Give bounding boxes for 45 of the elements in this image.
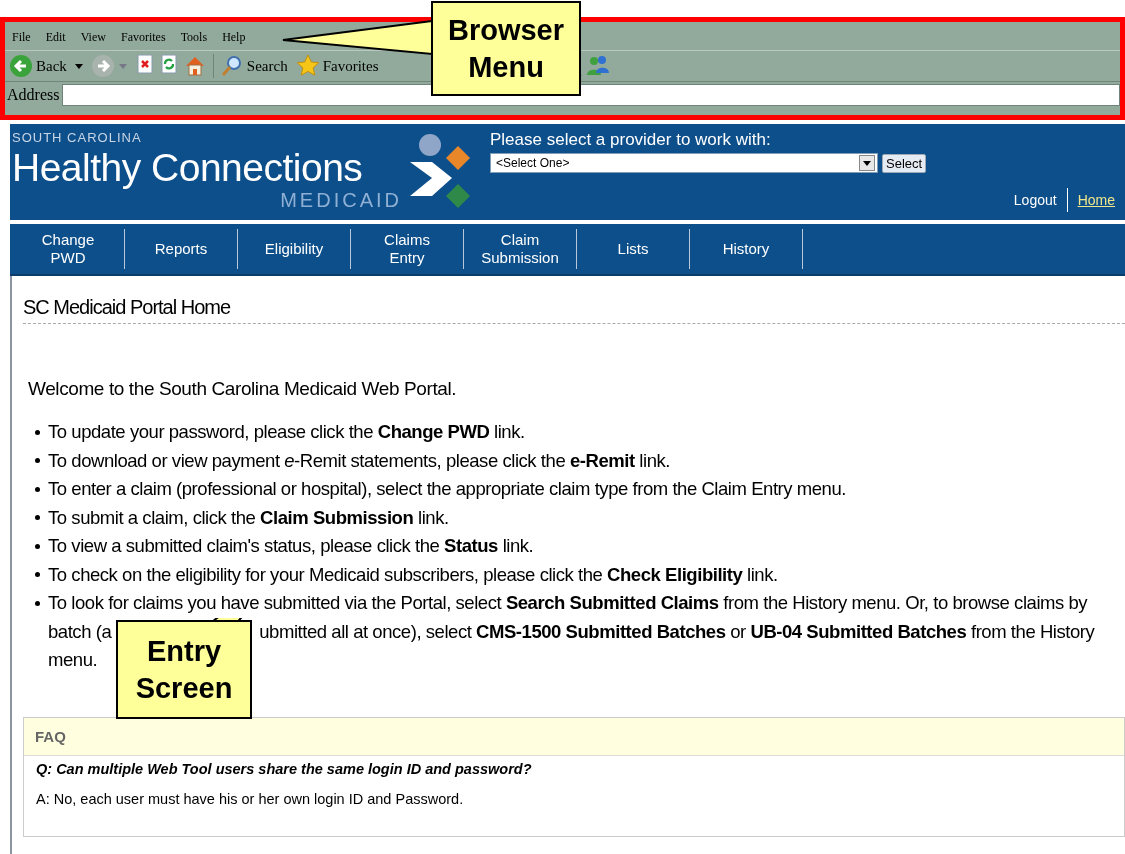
bullet-icon: [35, 543, 40, 549]
address-label: Address: [6, 86, 61, 104]
star-icon: [295, 54, 320, 78]
logout-link[interactable]: Logout: [1013, 192, 1057, 208]
nav-tab[interactable]: Reports: [125, 229, 238, 269]
faq-heading: FAQ: [24, 717, 1124, 756]
bullet-icon: [35, 572, 40, 578]
menu-item[interactable]: View: [80, 30, 106, 50]
select-button[interactable]: Select: [882, 153, 927, 173]
welcome-text: Welcome to the South Carolina Medicaid Web Portal.: [28, 378, 458, 400]
nav-tab[interactable]: Eligibility: [238, 229, 351, 269]
bullet-icon: [35, 600, 40, 606]
faq-answer: A: No, each user must have his or her own login ID and Password.: [35, 789, 465, 807]
faq-question: Q: Can multiple Web Tool users share the same login ID and password?: [35, 759, 533, 777]
address-field[interactable]: [62, 84, 1120, 106]
bullet-icon: [35, 486, 40, 492]
toolbar-button[interactable]: Favorites: [295, 54, 379, 78]
toolbar-button[interactable]: Search: [219, 54, 288, 78]
home-link[interactable]: Home: [1077, 192, 1115, 208]
brand-name: Healthy Connections: [12, 147, 364, 189]
page-title: SC Medicaid Portal Home: [23, 276, 1125, 324]
menu-item[interactable]: File: [12, 30, 31, 50]
instruction-text: To look for claims you have submitted via the Portal, select Search Submitted Claims from the History menu. Or, to browse claims by: [48, 589, 1088, 618]
search-icon: [219, 54, 244, 78]
nav-tab[interactable]: Claim Submission: [464, 229, 577, 269]
bullet-icon: [35, 458, 40, 464]
bullet-icon: [35, 429, 40, 435]
menu-item[interactable]: Tools: [180, 30, 208, 50]
bullet-icon: [35, 515, 40, 521]
caret-icon[interactable]: [74, 62, 83, 70]
callout-box: Browser Menu: [431, 1, 581, 96]
nav-tab[interactable]: Change PWD: [12, 229, 125, 269]
callout-box: Entry Screen: [116, 620, 252, 719]
nav-tab[interactable]: Claims Entry: [351, 229, 464, 269]
state-name: SOUTH CAROLINA: [12, 130, 143, 145]
people-icon[interactable]: [586, 54, 611, 78]
menu-item[interactable]: Help: [222, 30, 246, 50]
program-name: MEDICAID: [279, 189, 403, 212]
menu-item[interactable]: Edit: [45, 30, 66, 50]
nav-tab[interactable]: History: [690, 229, 803, 269]
menu-item[interactable]: Favorites: [120, 30, 166, 50]
provider-prompt: Please select a provider to work with:: [490, 130, 772, 150]
toolbar-button[interactable]: Back: [9, 54, 67, 78]
nav-tab[interactable]: Lists: [577, 229, 690, 269]
provider-dropdown[interactable]: <Select One>: [490, 153, 878, 173]
